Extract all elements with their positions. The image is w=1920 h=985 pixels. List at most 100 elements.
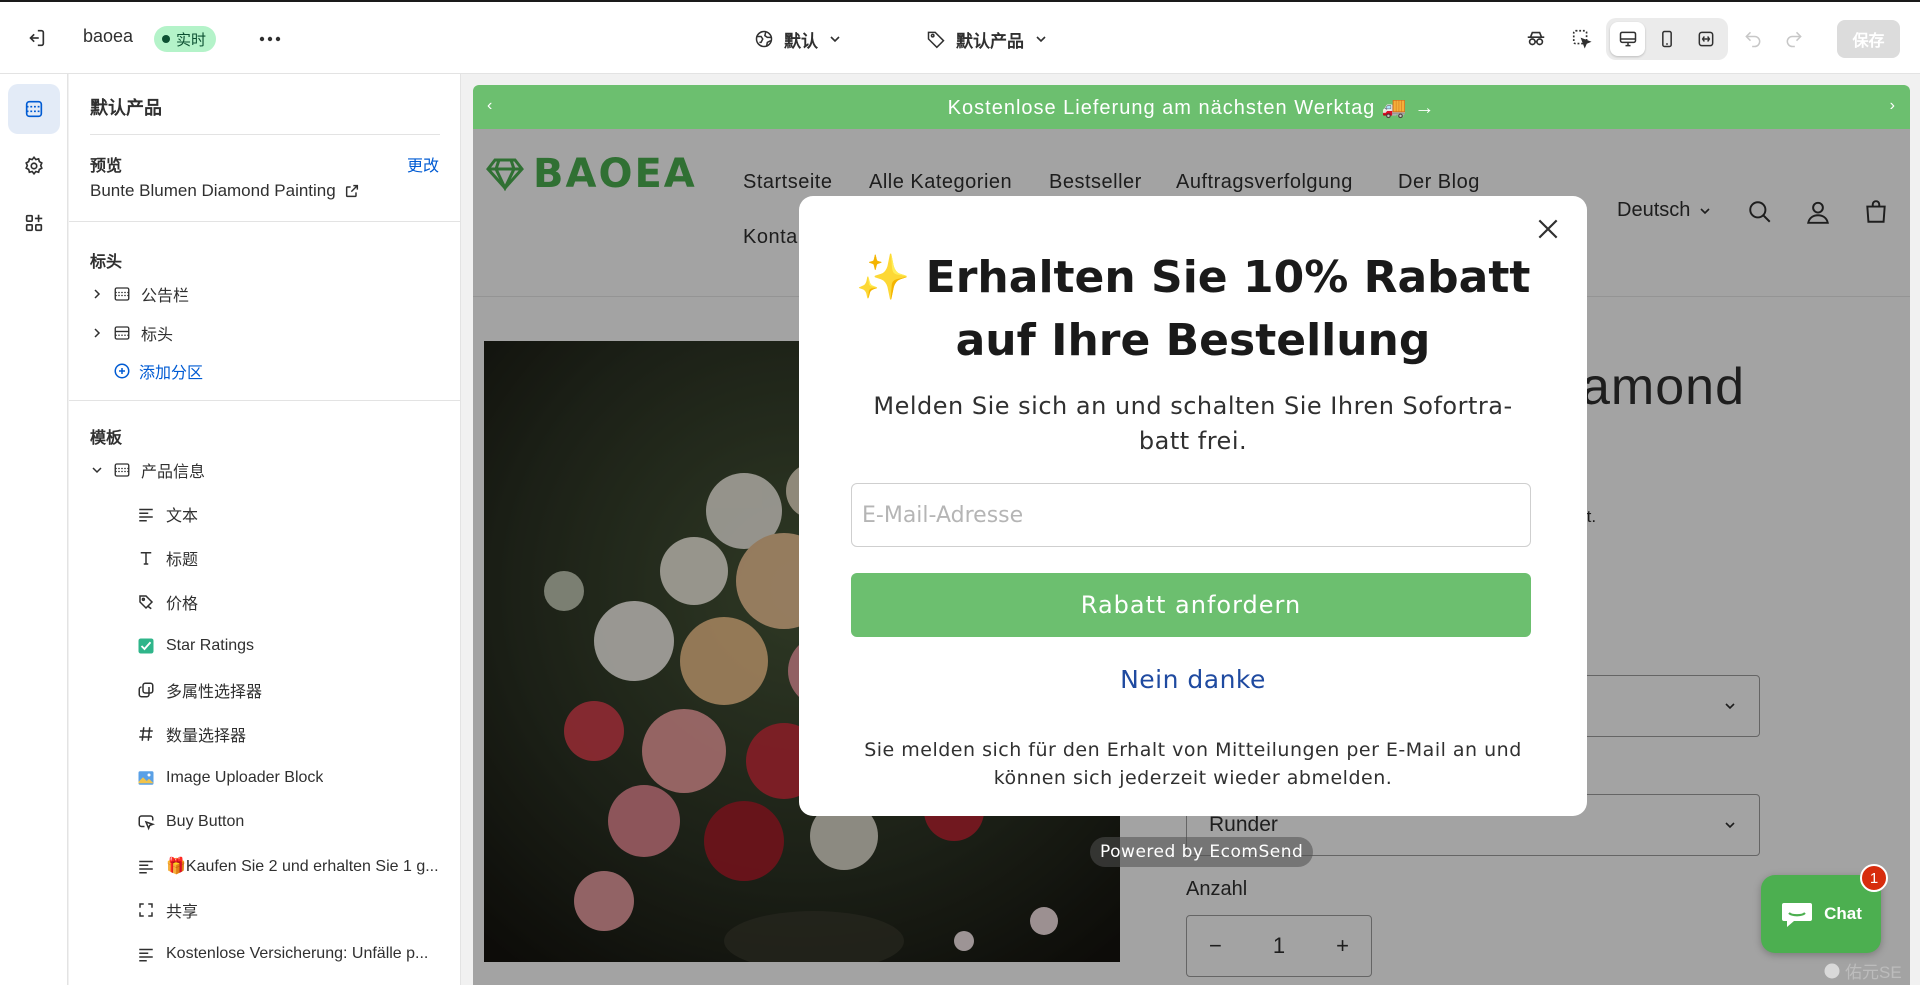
desktop-view-icon[interactable] [1610,22,1646,56]
block-label: 标题 [166,552,199,569]
announcement-bar: ‹ Kostenlose Lieferung am nächsten Werkt… [473,85,1910,129]
section-product-information[interactable]: 产品信息 [69,453,460,487]
block-label: 多属性选择器 [166,684,263,701]
theme-select-label: 默认 [784,31,818,51]
live-dot-icon [162,35,170,43]
fullscreen-view-icon[interactable] [1689,22,1724,56]
price-tag-icon [135,591,157,613]
text-lines-icon [135,503,157,525]
incognito-preview-icon[interactable] [1518,21,1554,57]
powered-by-badge[interactable]: Powered by EcomSend [1090,837,1314,867]
sections-panel: 默认产品 预览 更改 Bunte Blumen Diamond Painting… [69,74,461,985]
chat-label: Chat [1824,904,1862,923]
block-share[interactable]: 共享 [131,893,460,927]
header-group-label: 标头 [90,254,123,271]
preview-product-name: Bunte Blumen Diamond Painting [90,181,336,200]
announcement-text[interactable]: Kostenlose Lieferung am nächsten Werktag… [948,95,1436,120]
inspector-select-icon[interactable] [1564,21,1600,57]
watermark: 佑元SE [1823,958,1902,983]
globe-icon [754,29,774,49]
header-layout-icon [111,322,133,344]
template-group-label: 模板 [90,430,123,447]
undo-icon[interactable] [1735,21,1771,57]
add-section-label: 添加分区 [139,365,204,382]
announcement-next-icon[interactable]: › [1890,97,1896,115]
block-label: Buy Button [166,813,245,830]
block-price[interactable]: 价格 [131,585,460,619]
email-field[interactable] [851,483,1531,547]
viewport-toggle-group [1606,18,1728,60]
chat-bubble-icon [1780,899,1814,929]
announcement-prev-icon[interactable]: ‹ [487,97,493,115]
chat-unread-badge: 1 [1860,864,1888,892]
section-header[interactable]: 标头 [69,316,460,350]
block-label: 数量选择器 [166,728,247,745]
theme-settings-gear-icon[interactable] [8,141,60,191]
sections-icon[interactable] [8,84,60,134]
block-label: Star Ratings [166,637,255,654]
editor-topbar: baoea 实时 默认 默认产品 保存 [0,0,1920,74]
discount-popup: ✨ Erhalten Sie 10% Rabatt auf Ihre Beste… [799,196,1587,816]
status-badge-label: 实时 [176,31,207,49]
mobile-view-icon[interactable] [1649,22,1684,56]
chevron-down-icon [828,32,842,46]
storefront-preview: ‹ Kostenlose Lieferung am nächsten Werkt… [473,85,1910,985]
block-image-uploader[interactable]: Image Uploader Block [131,761,460,795]
exit-icon[interactable] [18,20,54,56]
text-lines-icon [135,943,157,965]
preview-product-link[interactable]: Bunte Blumen Diamond Painting [90,181,360,201]
chevron-down-icon [1034,32,1048,46]
star-ratings-app-icon [135,635,157,657]
close-icon[interactable] [1531,212,1565,246]
buy-button-cursor-icon [135,811,157,833]
share-frame-icon [135,899,157,921]
theme-select[interactable]: 默认 [746,20,850,58]
section-label: 标头 [141,327,174,344]
decline-link[interactable]: Nein danke [799,665,1587,694]
block-label: 共享 [166,904,199,921]
image-uploader-app-icon [135,767,157,789]
popup-subheading: Melden Sie sich an und schalten Sie Ihre… [873,392,1513,455]
store-name[interactable]: baoea [83,26,133,47]
redo-icon[interactable] [1776,21,1812,57]
divider [69,400,460,401]
tag-icon [926,29,946,49]
plus-circle-icon [113,362,131,380]
change-preview-link[interactable]: 更改 [407,152,439,176]
block-text[interactable]: 文本 [131,497,460,531]
save-button[interactable]: 保存 [1837,20,1900,58]
variant-picker-icon [135,679,157,701]
divider [90,134,440,135]
block-label: 价格 [166,596,199,613]
block-promo-text[interactable]: 🎁Kaufen Sie 2 und erhalten Sie 1 g... [131,849,460,883]
chevron-right-icon[interactable] [89,325,105,341]
block-label: 文本 [166,508,199,525]
block-label: Kostenlose Versicherung: Unfälle p... [166,945,429,962]
status-badge: 实时 [154,26,217,52]
block-title[interactable]: 标题 [131,541,460,575]
more-options-icon[interactable] [252,21,288,57]
block-label: 🎁Kaufen Sie 2 und erhalten Sie 1 g... [166,858,439,875]
apps-icon[interactable] [8,198,60,248]
popup-heading: ✨ Erhalten Sie 10% Rabatt auf Ihre Beste… [855,252,1531,366]
preview-label: 预览 [90,158,123,175]
block-insurance-text[interactable]: Kostenlose Versicherung: Unfälle p... [131,937,460,971]
section-announcement-bar[interactable]: 公告栏 [69,277,460,311]
popup-legal-text: Sie melden sich für den Erhalt von Mitte… [864,739,1522,789]
block-quantity-selector[interactable]: 数量选择器 [131,717,460,751]
block-star-ratings[interactable]: Star Ratings [131,629,460,663]
block-variant-picker[interactable]: 多属性选择器 [131,673,460,707]
chevron-right-icon[interactable] [89,286,105,302]
add-section-button[interactable]: 添加分区 [113,359,203,383]
text-lines-icon [135,855,157,877]
template-select[interactable]: 默认产品 [918,20,1056,58]
section-label: 公告栏 [141,288,190,305]
hash-icon [135,723,157,745]
chevron-down-icon[interactable] [89,462,105,478]
editor-rail [0,74,68,985]
block-buy-button[interactable]: Buy Button [131,805,460,839]
block-label: Image Uploader Block [166,769,324,786]
watermark-logo-icon [1823,962,1841,980]
section-layout-icon [111,283,133,305]
claim-discount-button[interactable]: Rabatt anfordern [851,573,1531,637]
